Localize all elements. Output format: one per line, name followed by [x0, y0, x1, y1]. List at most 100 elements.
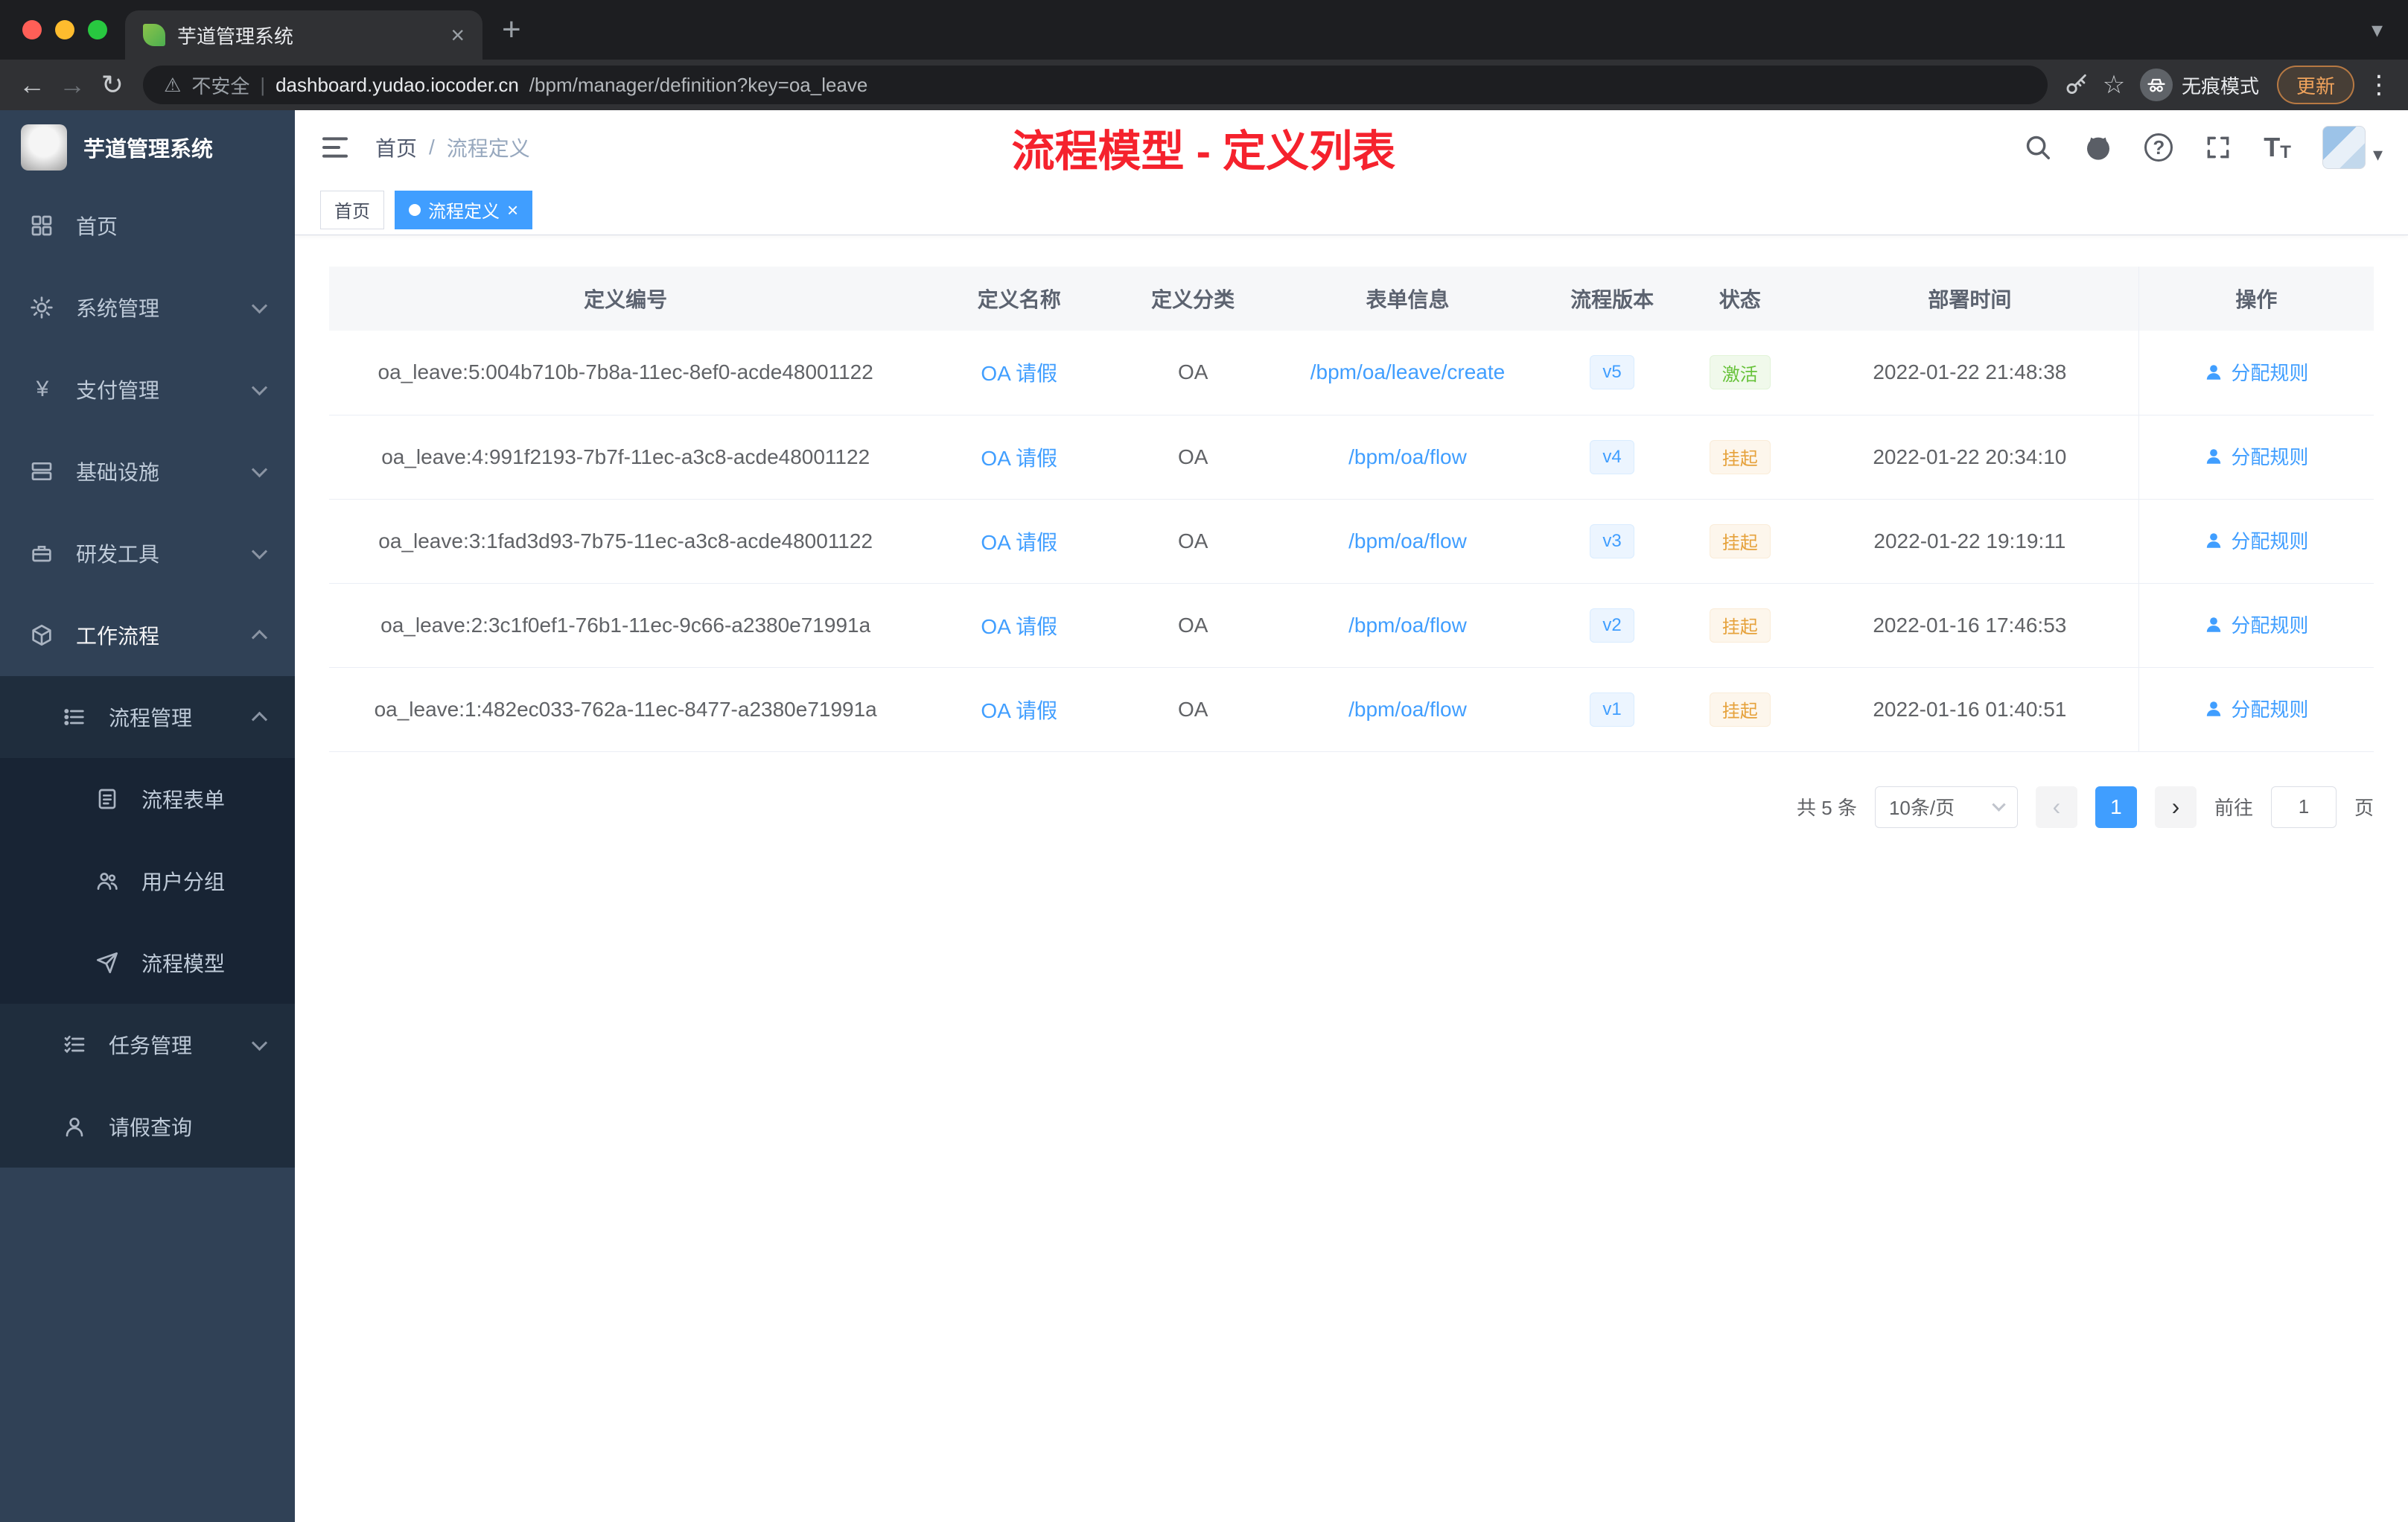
help-icon[interactable]: ? — [2144, 133, 2173, 162]
pagination: 共 5 条 10条/页 ‹ 1 › 前往 1 页 — [329, 786, 2374, 828]
form-link[interactable]: /bpm/oa/flow — [1348, 445, 1467, 468]
table-row: oa_leave:1:482ec033-762a-11ec-8477-a2380… — [329, 667, 2374, 752]
browser-tab[interactable]: 芋道管理系统 × — [125, 10, 482, 60]
back-button[interactable]: ← — [12, 65, 52, 105]
dashboard-icon — [30, 214, 55, 238]
font-size-large: T — [2264, 132, 2281, 162]
definition-name-link[interactable]: OA 请假 — [981, 699, 1057, 722]
gear-icon — [30, 296, 55, 319]
yen-icon: ¥ — [36, 377, 49, 401]
sidebar-item-label: 系统管理 — [76, 297, 160, 320]
pagination-total: 共 5 条 — [1797, 797, 1857, 819]
reload-button[interactable]: ↻ — [92, 65, 133, 105]
password-key-icon[interactable] — [2058, 66, 2095, 104]
close-window-button[interactable] — [22, 20, 42, 39]
assign-rule-label: 分配规则 — [2231, 698, 2309, 722]
sidebar-item-label: 任务管理 — [109, 1034, 193, 1057]
sidebar-item-home[interactable]: 首页 — [0, 185, 295, 267]
sidebar-item-workflow[interactable]: 工作流程 — [0, 594, 295, 676]
assign-rule-button[interactable]: 分配规则 — [2204, 442, 2308, 470]
browser-toolbar: ← → ↻ ⚠ 不安全 | dashboard.yudao.iocoder.cn… — [0, 60, 2408, 110]
cell-category: OA — [1116, 583, 1270, 668]
browser-update-button[interactable]: 更新 — [2276, 66, 2354, 104]
status-badge: 挂起 — [1709, 692, 1771, 727]
toolbox-icon — [30, 541, 55, 565]
page-size-value: 10条/页 — [1888, 797, 1955, 819]
col-header-deploy-time: 部署时间 — [1801, 267, 2139, 331]
form-link[interactable]: /bpm/oa/flow — [1348, 698, 1467, 721]
assign-rule-button[interactable]: 分配规则 — [2204, 358, 2308, 386]
sidebar-item-process-form[interactable]: 流程表单 — [0, 758, 295, 840]
col-header-name: 定义名称 — [922, 267, 1117, 331]
breadcrumb-home[interactable]: 首页 — [375, 133, 417, 162]
table-row: oa_leave:4:991f2193-7b7f-11ec-a3c8-acde4… — [329, 415, 2374, 500]
content-area: 定义编号 定义名称 定义分类 表单信息 流程版本 状态 部署时间 操作 oa_l… — [295, 235, 2408, 1522]
bookmark-star-icon[interactable]: ☆ — [2095, 66, 2133, 104]
definition-name-link[interactable]: OA 请假 — [981, 531, 1057, 554]
sidebar-item-label: 支付管理 — [76, 379, 160, 402]
definition-table: 定义编号 定义名称 定义分类 表单信息 流程版本 状态 部署时间 操作 oa_l… — [329, 267, 2374, 752]
tag-process-definition[interactable]: 流程定义 × — [395, 190, 533, 229]
definition-name-link[interactable]: OA 请假 — [981, 362, 1057, 385]
sidebar-item-system[interactable]: 系统管理 — [0, 267, 295, 348]
chevron-down-icon — [251, 1034, 268, 1051]
page-button-1[interactable]: 1 — [2095, 786, 2137, 828]
sidebar-item-process-model[interactable]: 流程模型 — [0, 922, 295, 1004]
sidebar-item-label: 用户分组 — [141, 870, 226, 894]
col-header-id: 定义编号 — [329, 267, 923, 331]
goto-page-input[interactable]: 1 — [2270, 786, 2337, 828]
assign-rule-button[interactable]: 分配规则 — [2204, 695, 2308, 722]
sidebar-item-devtools[interactable]: 研发工具 — [0, 512, 295, 594]
github-icon[interactable] — [2083, 133, 2113, 162]
tab-search-icon[interactable]: ▾ — [2372, 17, 2383, 43]
prev-page-button[interactable]: ‹ — [2035, 786, 2077, 828]
assign-rule-button[interactable]: 分配规则 — [2204, 526, 2308, 554]
user-avatar[interactable] — [2322, 126, 2366, 169]
user-menu[interactable]: ▾ — [2322, 126, 2383, 169]
tag-label: 首页 — [334, 202, 370, 222]
chevron-down-icon — [251, 543, 268, 559]
sidebar-item-label: 基础设施 — [76, 461, 160, 484]
definition-name-link[interactable]: OA 请假 — [981, 615, 1057, 638]
security-warning-icon: ⚠ — [164, 73, 182, 96]
page-size-select[interactable]: 10条/页 — [1874, 786, 2018, 828]
font-size-icon[interactable]: TT — [2264, 132, 2291, 163]
security-label[interactable]: 不安全 — [191, 71, 249, 99]
sidebar-item-label: 流程表单 — [141, 789, 226, 812]
sidebar-item-task-management[interactable]: 任务管理 — [0, 1004, 295, 1086]
chevron-up-icon — [251, 711, 268, 727]
forward-button[interactable]: → — [52, 65, 92, 105]
search-icon[interactable] — [2024, 133, 2052, 162]
next-page-button[interactable]: › — [2154, 786, 2197, 828]
sidebar-logo[interactable]: 芋道管理系统 — [0, 110, 295, 185]
new-tab-button[interactable]: + — [502, 13, 521, 46]
cell-category: OA — [1116, 499, 1270, 584]
form-link[interactable]: /bpm/oa/flow — [1348, 614, 1467, 637]
form-link[interactable]: /bpm/oa/flow — [1348, 529, 1467, 553]
tag-home[interactable]: 首页 — [320, 190, 384, 229]
sidebar-item-leave-query[interactable]: 请假查询 — [0, 1086, 295, 1168]
chevron-up-icon — [251, 629, 268, 646]
address-bar[interactable]: ⚠ 不安全 | dashboard.yudao.iocoder.cn/bpm/m… — [143, 66, 2048, 104]
fullscreen-icon[interactable] — [2204, 133, 2232, 162]
active-dot — [409, 203, 421, 216]
sidebar-item-payment[interactable]: ¥ 支付管理 — [0, 348, 295, 430]
browser-menu-icon[interactable]: ⋮ — [2366, 70, 2392, 100]
maximize-window-button[interactable] — [88, 20, 107, 39]
goto-label: 前往 — [2214, 797, 2253, 819]
sidebar-item-infrastructure[interactable]: 基础设施 — [0, 430, 295, 512]
tab-close-icon[interactable]: × — [450, 23, 465, 47]
navbar: 首页 / 流程定义 流程模型 - 定义列表 ? TT ▾ — [295, 110, 2408, 185]
minimize-window-button[interactable] — [55, 20, 74, 39]
url-domain: dashboard.yudao.iocoder.cn — [275, 73, 519, 96]
sidebar-item-user-groups[interactable]: 用户分组 — [0, 840, 295, 922]
definition-name-link[interactable]: OA 请假 — [981, 447, 1057, 470]
chevron-down-icon — [1992, 797, 2006, 812]
sidebar-item-process-management[interactable]: 流程管理 — [0, 676, 295, 758]
sidebar-toggle-icon[interactable] — [320, 133, 350, 162]
form-link[interactable]: /bpm/oa/leave/create — [1310, 360, 1506, 383]
assign-rule-button[interactable]: 分配规则 — [2204, 611, 2308, 638]
tag-close-icon[interactable]: × — [507, 200, 518, 220]
incognito-indicator: 无痕模式 — [2139, 69, 2259, 101]
assign-rule-label: 分配规则 — [2231, 614, 2309, 637]
